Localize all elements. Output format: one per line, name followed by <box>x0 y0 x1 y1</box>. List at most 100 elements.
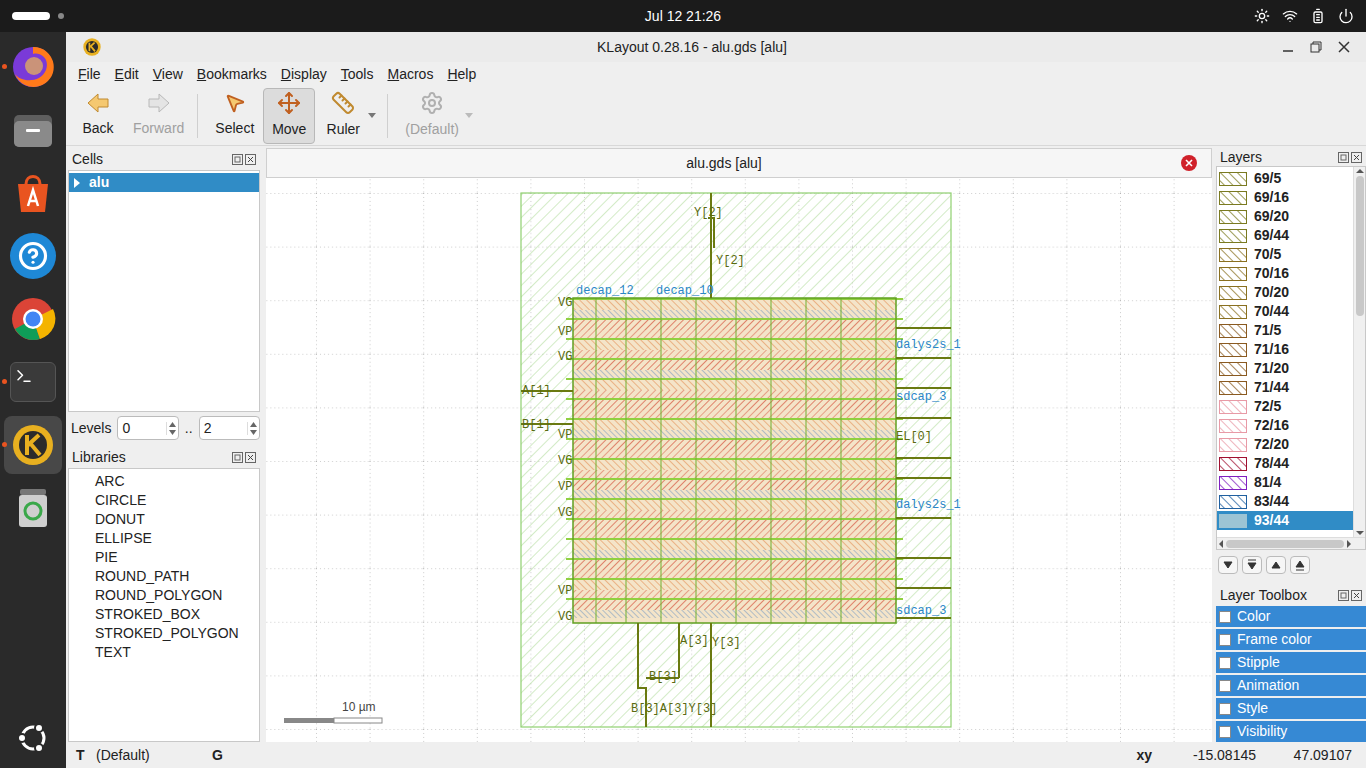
menu-item[interactable]: Tools <box>335 64 380 85</box>
library-item[interactable]: DONUT <box>95 510 259 529</box>
cell-row[interactable]: alu <box>69 173 259 192</box>
toolbox-checkbox[interactable] <box>1219 657 1231 669</box>
close-icon[interactable] <box>1351 152 1362 163</box>
dock-item[interactable] <box>4 164 62 222</box>
toolbar-button[interactable]: Select <box>208 88 261 144</box>
scroll-down-icon[interactable] <box>1356 529 1364 537</box>
library-item[interactable]: STROKED_POLYGON <box>95 624 259 643</box>
layer-row[interactable]: 72/5 <box>1217 397 1353 416</box>
layer-row[interactable]: 71/44 <box>1217 378 1353 397</box>
toolbox-item[interactable]: Frame color <box>1216 629 1366 650</box>
dock-item[interactable] <box>4 290 62 348</box>
horizontal-scrollbar[interactable] <box>1217 537 1365 549</box>
level-spinbox[interactable]: 2 <box>199 416 260 440</box>
menu-item[interactable]: Macros <box>381 64 439 85</box>
toolbox-item[interactable]: Style <box>1216 698 1366 719</box>
maximize-icon[interactable] <box>1310 41 1322 53</box>
layer-row[interactable]: 71/20 <box>1217 359 1353 378</box>
toolbar-button[interactable]: Move <box>263 88 315 144</box>
title-bar[interactable]: KLayout 0.28.16 - alu.gds [alu] <box>66 32 1366 62</box>
menu-item[interactable]: File <box>72 64 107 85</box>
library-item[interactable]: PIE <box>95 548 259 567</box>
library-item[interactable]: STROKED_BOX <box>95 605 259 624</box>
wifi-icon[interactable] <box>1282 8 1298 24</box>
scroll-left-icon[interactable] <box>1217 540 1225 548</box>
float-icon[interactable] <box>232 154 243 165</box>
layer-row[interactable]: 69/20 <box>1217 207 1353 226</box>
toolbar-button[interactable]: Forward <box>126 88 191 144</box>
menu-item[interactable]: View <box>147 64 189 85</box>
library-item[interactable]: ROUND_PATH <box>95 567 259 586</box>
layer-row[interactable]: 71/16 <box>1217 340 1353 359</box>
toolbar-button[interactable]: Back <box>72 88 124 144</box>
layer-move-button[interactable] <box>1266 556 1286 574</box>
layer-move-button[interactable] <box>1290 556 1310 574</box>
toolbox-checkbox[interactable] <box>1219 634 1231 646</box>
dock-item[interactable] <box>4 227 62 285</box>
clock[interactable]: Jul 12 21:26 <box>645 6 721 27</box>
dock-item[interactable] <box>4 479 62 537</box>
toolbar-button[interactable]: Ruler <box>317 88 381 144</box>
show-apps-icon[interactable] <box>15 720 51 756</box>
float-icon[interactable] <box>1338 152 1349 163</box>
layer-row[interactable]: 70/5 <box>1217 245 1353 264</box>
layer-row[interactable]: 81/4 <box>1217 473 1353 492</box>
float-icon[interactable] <box>1338 590 1349 601</box>
layer-row[interactable]: 72/16 <box>1217 416 1353 435</box>
toolbox-item[interactable]: Color <box>1216 606 1366 627</box>
workspace-indicator[interactable] <box>12 12 50 20</box>
minimize-icon[interactable] <box>1282 41 1294 53</box>
toolbox-item[interactable]: Animation <box>1216 675 1366 696</box>
layer-row[interactable]: 69/16 <box>1217 188 1353 207</box>
layer-move-button[interactable] <box>1242 556 1262 574</box>
layer-row[interactable]: 69/44 <box>1217 226 1353 245</box>
toolbox-item[interactable]: Visibility <box>1216 721 1366 742</box>
library-item[interactable]: ROUND_POLYGON <box>95 586 259 605</box>
dropdown-arrow-icon[interactable] <box>465 113 473 119</box>
toolbox-item[interactable]: Stipple <box>1216 652 1366 673</box>
layer-move-button[interactable] <box>1218 556 1238 574</box>
library-item[interactable]: ELLIPSE <box>95 529 259 548</box>
layer-row[interactable]: 72/20 <box>1217 435 1353 454</box>
menu-item[interactable]: Bookmarks <box>191 64 273 85</box>
toolbar-button[interactable]: (Default) <box>398 88 478 144</box>
layer-row[interactable]: 70/20 <box>1217 283 1353 302</box>
menu-item[interactable]: Display <box>275 64 333 85</box>
workspace-dot[interactable] <box>58 13 64 19</box>
layer-row[interactable]: 69/5 <box>1217 169 1353 188</box>
spin-down-icon[interactable] <box>250 430 257 435</box>
dock-item[interactable] <box>4 353 62 411</box>
scroll-up-icon[interactable] <box>1356 167 1364 175</box>
brightness-icon[interactable] <box>1254 8 1270 24</box>
library-item[interactable]: ARC <box>95 472 259 491</box>
dock-item[interactable] <box>4 101 62 159</box>
level-spinbox[interactable]: 0 <box>117 416 178 440</box>
layer-row[interactable]: 70/16 <box>1217 264 1353 283</box>
close-icon[interactable] <box>245 154 256 165</box>
view-tab[interactable]: alu.gds [alu] <box>266 148 1212 178</box>
menu-item[interactable]: Help <box>441 64 482 85</box>
layer-row[interactable]: 93/44 <box>1217 511 1353 530</box>
close-window-icon[interactable] <box>1338 41 1350 53</box>
layer-row[interactable]: 71/5 <box>1217 321 1353 340</box>
toolbox-checkbox[interactable] <box>1219 611 1231 623</box>
library-item[interactable]: TEXT <box>95 643 259 662</box>
vertical-scrollbar[interactable] <box>1353 167 1365 537</box>
toolbox-checkbox[interactable] <box>1219 680 1231 692</box>
dropdown-arrow-icon[interactable] <box>368 113 376 119</box>
layout-canvas[interactable]: Y[2]Y[2]decap_12decap_10A[3]Y[3]B[3]B[3]… <box>266 178 1212 742</box>
scroll-thumb[interactable] <box>1356 176 1364 316</box>
spin-up-icon[interactable] <box>250 422 257 427</box>
float-icon[interactable] <box>232 452 243 463</box>
expander-icon[interactable] <box>73 178 81 188</box>
scroll-right-icon[interactable] <box>1345 540 1353 548</box>
dock-item[interactable] <box>4 38 62 96</box>
spin-up-icon[interactable] <box>169 422 176 427</box>
close-tab-icon[interactable] <box>1181 155 1197 171</box>
battery-icon[interactable] <box>1310 8 1326 24</box>
library-item[interactable]: CIRCLE <box>95 491 259 510</box>
menu-item[interactable]: Edit <box>109 64 145 85</box>
toolbox-checkbox[interactable] <box>1219 726 1231 738</box>
dock-item[interactable] <box>4 416 62 474</box>
toolbox-checkbox[interactable] <box>1219 703 1231 715</box>
